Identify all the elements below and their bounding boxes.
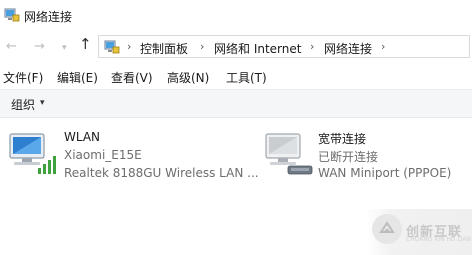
- connection-device: WAN Miniport (PPPOE): [318, 166, 452, 180]
- wifi-adapter-icon: [9, 133, 56, 174]
- connection-device: Realtek 8188GU Wireless LAN ...: [64, 166, 259, 180]
- forward-arrow-icon[interactable]: →: [34, 40, 45, 53]
- breadcrumb-network-internet[interactable]: 网络和 Internet: [214, 40, 301, 57]
- back-arrow-icon[interactable]: ←: [6, 40, 17, 53]
- breadcrumb-separator[interactable]: ›: [381, 40, 385, 53]
- connection-name: WLAN: [64, 130, 101, 144]
- connection-status: Xiaomi_E15E: [64, 148, 142, 162]
- window-title: 网络连接: [24, 10, 73, 24]
- breadcrumb-separator[interactable]: ›: [200, 40, 204, 53]
- recent-locations-chevron-icon[interactable]: ▾: [62, 42, 67, 55]
- breadcrumb-separator[interactable]: ›: [310, 40, 314, 53]
- menu-advanced[interactable]: 高级(N): [167, 69, 209, 86]
- menu-edit[interactable]: 编辑(E): [57, 69, 98, 86]
- breadcrumb-network-connections[interactable]: 网络连接: [324, 40, 372, 57]
- menu-tools[interactable]: 工具(T): [226, 69, 267, 86]
- connection-name: 宽带连接: [318, 132, 367, 146]
- organize-button[interactable]: 组织: [11, 96, 35, 113]
- menu-view[interactable]: 查看(V): [111, 69, 153, 86]
- up-arrow-icon[interactable]: ↑: [79, 37, 92, 52]
- network-connections-icon: [4, 8, 20, 22]
- breadcrumb-control-panel[interactable]: 控制面板: [140, 40, 188, 57]
- chevron-down-icon[interactable]: ▾: [40, 98, 45, 108]
- menu-file[interactable]: 文件(F): [3, 69, 43, 86]
- watermark-subtext: CHUANG XIN HU LIAN: [406, 236, 472, 243]
- broadband-connection-icon: [265, 133, 313, 175]
- watermark-logo-mark-icon: [379, 221, 395, 233]
- connection-status: 已断开连接: [318, 150, 379, 164]
- control-panel-icon: [104, 40, 120, 54]
- breadcrumb-separator[interactable]: ›: [127, 40, 131, 53]
- command-bar: [0, 89, 472, 118]
